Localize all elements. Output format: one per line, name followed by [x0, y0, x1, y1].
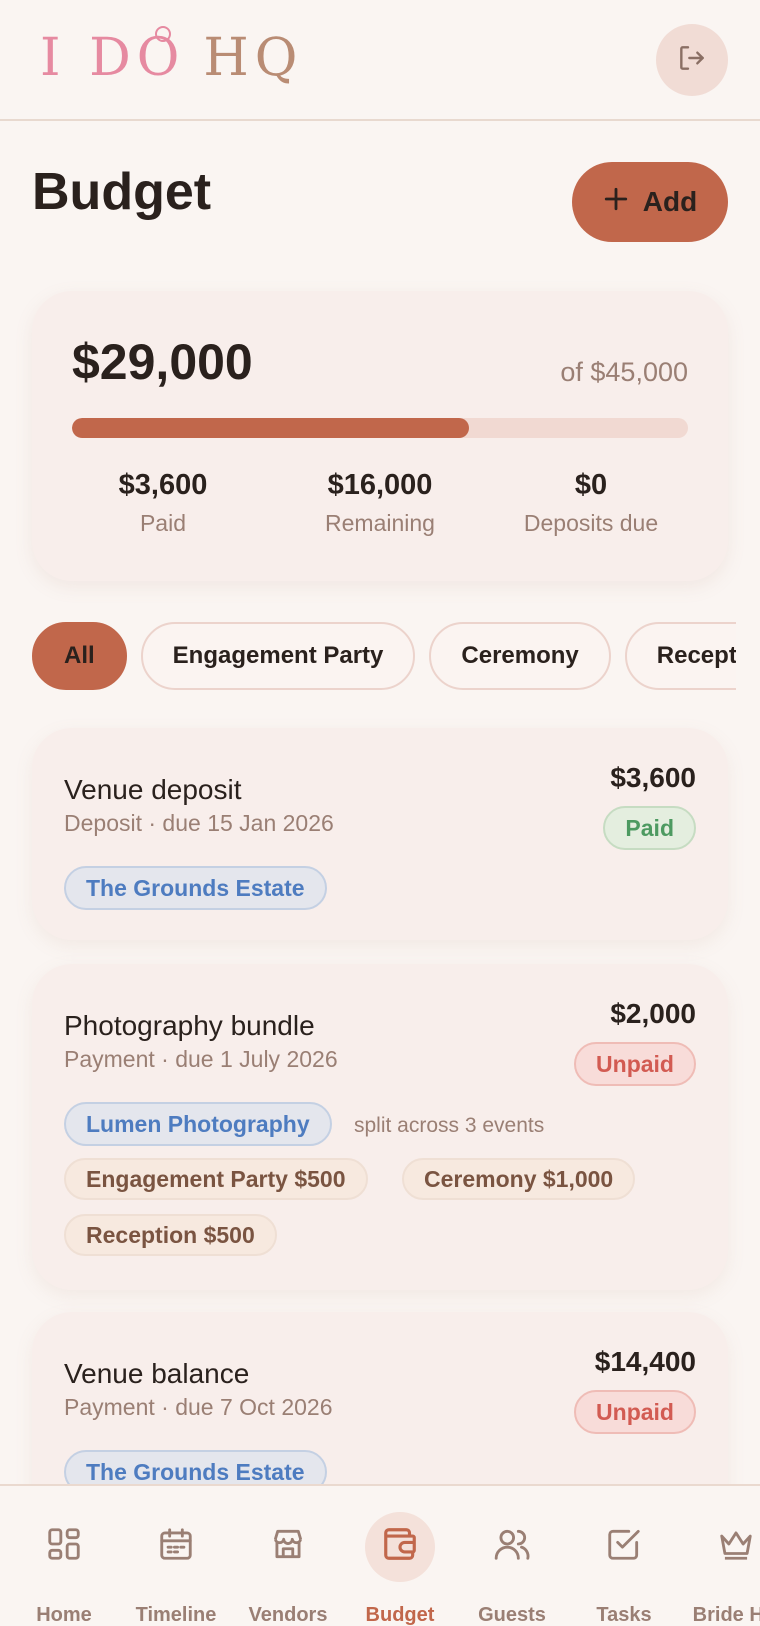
stat-label: Remaining	[325, 510, 435, 536]
expense-title: Venue deposit	[64, 774, 242, 805]
nav-label: Bride HQ	[692, 1604, 760, 1626]
nav-home[interactable]: Home	[8, 1512, 120, 1626]
expense-card[interactable]: Photography bundle Payment · due 1 July …	[32, 964, 728, 1290]
expense-meta: Deposit · due 15 Jan 2026	[64, 810, 334, 836]
nav-label: Home	[36, 1604, 92, 1626]
spent-amount: $29,000	[72, 334, 253, 390]
nav-label: Vendors	[248, 1604, 328, 1626]
nav-guests[interactable]: Guests	[456, 1512, 568, 1626]
nav-vendors[interactable]: Vendors	[232, 1512, 344, 1626]
expense-amount: $2,000	[610, 998, 696, 1029]
page-title: Budget	[32, 163, 212, 221]
bottom-nav: Home Timeline Vendors Budget Guests Task…	[0, 1484, 760, 1626]
vendor-tag[interactable]: The Grounds Estate	[64, 866, 327, 910]
budget-progress-fill	[72, 418, 469, 438]
status-badge: Unpaid	[574, 1042, 696, 1086]
stat-remaining: $16,000 Remaining	[275, 469, 485, 537]
app-logo: I DO HQ	[40, 26, 304, 88]
nav-label: Tasks	[596, 1604, 652, 1626]
filter-chip-engagement-party[interactable]: Engagement Party	[140, 622, 416, 690]
expense-amount: $14,400	[594, 1346, 696, 1377]
split-note: split across 3 events	[354, 1114, 545, 1137]
calendar-icon	[157, 1525, 195, 1569]
grid-icon	[45, 1525, 83, 1569]
users-icon	[493, 1525, 531, 1569]
stat-paid: $3,600 Paid	[58, 469, 268, 537]
logout-button[interactable]	[656, 24, 728, 96]
nav-label: Guests	[478, 1604, 546, 1626]
stat-deposits-due: $0 Deposits due	[486, 469, 696, 537]
status-badge: Unpaid	[574, 1390, 696, 1434]
filter-chip-ceremony[interactable]: Ceremony	[429, 622, 611, 690]
plus-icon	[603, 186, 629, 219]
add-button-label: Add	[642, 186, 698, 217]
checkbox-icon	[605, 1525, 643, 1569]
expense-meta: Payment · due 1 July 2026	[64, 1046, 338, 1072]
budget-total: of $45,000	[560, 357, 688, 387]
nav-timeline[interactable]: Timeline	[120, 1512, 232, 1626]
nav-tasks[interactable]: Tasks	[568, 1512, 680, 1626]
budget-progress-bar	[72, 418, 688, 438]
allocation-chip: Engagement Party $500	[64, 1158, 368, 1200]
category-filter-bar: AllEngagement PartyCeremonyReception	[32, 622, 736, 690]
stat-label: Deposits due	[523, 510, 659, 536]
nav-label: Timeline	[135, 1604, 217, 1626]
add-expense-button[interactable]: Add	[572, 162, 728, 242]
expense-amount: $3,600	[610, 762, 696, 793]
nav-budget[interactable]: Budget	[344, 1512, 456, 1626]
top-bar: I DO HQ	[0, 0, 760, 121]
status-badge: Paid	[603, 806, 696, 850]
vendor-tag[interactable]: Lumen Photography	[64, 1102, 332, 1146]
filter-chip-reception[interactable]: Reception	[624, 622, 736, 690]
expense-card[interactable]: Venue deposit Deposit · due 15 Jan 2026 …	[32, 728, 728, 940]
expense-title: Photography bundle	[64, 1010, 315, 1041]
expense-title: Venue balance	[64, 1358, 250, 1389]
store-icon	[269, 1525, 307, 1569]
filter-chip-all[interactable]: All	[32, 622, 127, 690]
stat-label: Paid	[139, 510, 187, 536]
allocation-chip: Ceremony $1,000	[402, 1158, 636, 1200]
stat-value: $3,600	[118, 469, 208, 501]
nav-label: Budget	[365, 1604, 435, 1626]
stat-value: $0	[574, 469, 608, 501]
stat-value: $16,000	[327, 469, 433, 501]
expense-meta: Payment · due 7 Oct 2026	[64, 1394, 333, 1420]
allocation-chip: Reception $500	[64, 1214, 277, 1256]
nav-bride-hq[interactable]: Bride HQ	[680, 1512, 760, 1626]
logout-icon	[676, 42, 708, 79]
budget-summary-card: $29,000 of $45,000 $3,600 Paid $16,000 R…	[32, 291, 728, 581]
crown-icon	[717, 1525, 755, 1569]
wallet-icon	[381, 1525, 419, 1569]
